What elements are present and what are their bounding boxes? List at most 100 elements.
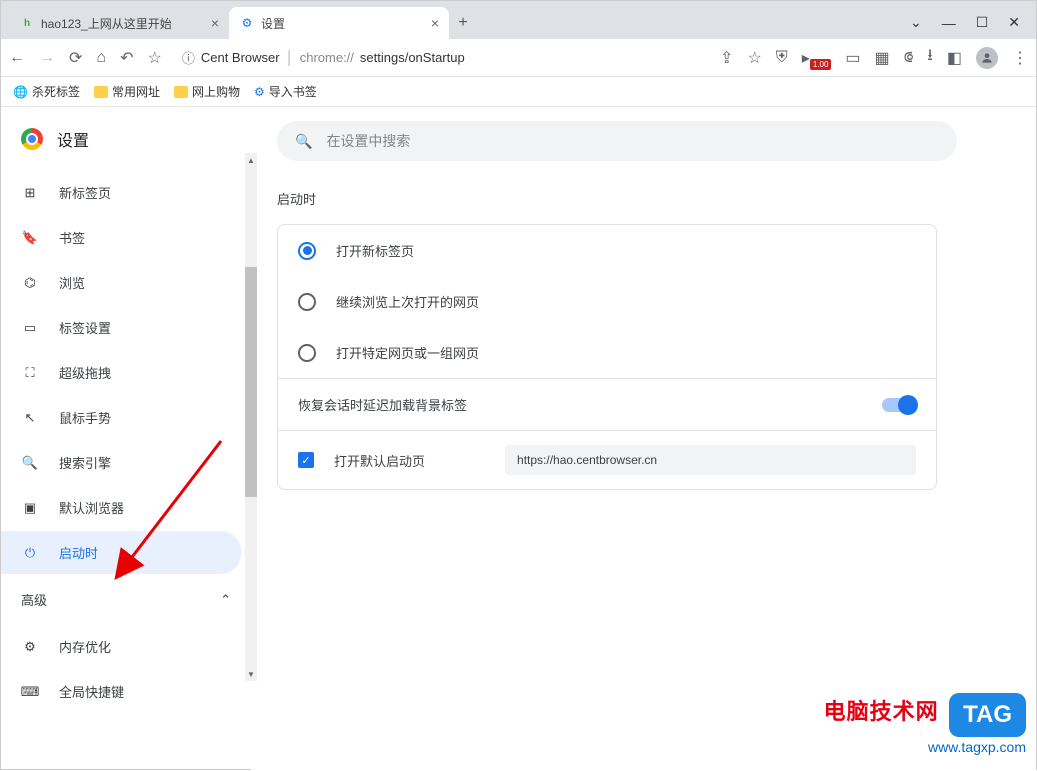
gear-icon: ⚙ [239, 15, 255, 31]
checkbox-label: 打开默认启动页 [334, 451, 425, 470]
sidebar-item-bookmarks[interactable]: 🔖 书签 [1, 216, 241, 259]
section-title: 启动时 [277, 189, 1010, 208]
power-icon: ⏻ [21, 545, 39, 561]
scroll-up-icon[interactable]: ▲ [245, 153, 257, 167]
sidebar-label: 浏览 [59, 273, 85, 292]
radio-continue[interactable]: 继续浏览上次打开的网页 [278, 276, 936, 327]
sidebar-item-tabsettings[interactable]: ▭标签设置 [1, 306, 241, 349]
sidebar-item-searchengine[interactable]: 🔍搜索引擎 [1, 441, 241, 484]
new-tab-button[interactable]: + [449, 7, 477, 39]
tab-title: hao123_上网从这里开始 [41, 15, 205, 32]
back-button[interactable]: ← [9, 49, 25, 67]
forward-button[interactable]: → [39, 49, 55, 67]
bookmark-kill-tabs[interactable]: 🌐 杀死标签 [13, 83, 80, 100]
checkbox-default-startpage[interactable]: ✓ 打开默认启动页 https://hao.centbrowser.cn [278, 430, 936, 489]
gear-icon: ⚙ [254, 85, 265, 99]
browse-icon: ⌬ [21, 275, 39, 291]
expand-icon: ⛶ [21, 365, 39, 381]
tab-settings[interactable]: ⚙ 设置 × [229, 7, 449, 39]
bookmark-icon: 🔖 [21, 230, 39, 246]
radio-specific-pages[interactable]: 打开特定网页或一组网页 [278, 327, 936, 378]
bookmark-star-icon[interactable]: ☆ [747, 48, 761, 68]
wallet-icon[interactable]: ▭ [845, 48, 860, 68]
tab-strip: h hao123_上网从这里开始 × ⚙ 设置 × + [1, 1, 910, 39]
bookmark-label: 常用网址 [112, 83, 160, 100]
checkbox-icon[interactable]: ✓ [298, 452, 314, 468]
home-button[interactable]: ⌂ [96, 49, 106, 67]
settings-content: 设置 ▲ ▼ ⊞ 新标签页 🔖 书签 ⌬ 浏览 ▭标签设置 ⛶ 超级拖拽 ↖ 鼠标手势 🔍… [1, 107, 1036, 771]
panel-icon[interactable]: ◧ [947, 48, 962, 68]
keyboard-icon: ⌨ [21, 684, 39, 700]
info-icon[interactable]: ⓘ [182, 48, 195, 67]
close-button[interactable]: ✕ [1008, 14, 1020, 31]
window-controls: ⌄ — ☐ ✕ [910, 14, 1036, 39]
watermark-text: 电脑技术网 [824, 699, 939, 724]
sidebar-advanced[interactable]: 高级 ⌃ [1, 576, 251, 623]
bookmark-label: 杀死标签 [32, 83, 80, 100]
bookmark-import[interactable]: ⚙ 导入书签 [254, 83, 317, 100]
shield-icon[interactable]: ⛨ [776, 49, 788, 67]
radio-icon[interactable] [298, 293, 316, 311]
sidebar-label: 启动时 [59, 543, 98, 562]
startup-url-input[interactable]: https://hao.centbrowser.cn [505, 445, 916, 475]
grid-icon[interactable]: ▦ [875, 48, 890, 68]
close-icon[interactable]: × [431, 15, 439, 31]
hao123-favicon-icon: h [19, 15, 35, 31]
crop-icon[interactable]: ⟃ [904, 49, 914, 67]
sidebar-item-startup[interactable]: ⏻ 启动时 [1, 531, 241, 574]
sidebar-label: 新标签页 [59, 183, 111, 202]
download-icon[interactable]: ⭳ [927, 44, 933, 71]
chrome-logo-icon [21, 128, 43, 150]
close-icon[interactable]: × [211, 15, 219, 31]
star-icon[interactable]: ☆ [147, 48, 161, 68]
bookmark-shopping[interactable]: 网上购物 [174, 83, 240, 100]
toggle-switch[interactable] [882, 398, 916, 412]
radio-open-newtab[interactable]: 打开新标签页 [278, 225, 936, 276]
undo-button[interactable]: ↶ [120, 48, 133, 68]
scroll-down-icon[interactable]: ▼ [245, 667, 257, 681]
sidebar-item-hotkeys[interactable]: ⌨全局快捷键 [1, 670, 241, 713]
folder-icon [174, 86, 188, 98]
radio-icon[interactable] [298, 344, 316, 362]
sidebar-title: 设置 [57, 127, 89, 151]
scrollbar-thumb[interactable] [245, 267, 257, 497]
flag-badge-icon[interactable]: ▸1.00 [802, 48, 832, 68]
sidebar-label: 超级拖拽 [59, 363, 111, 382]
sidebar-item-browse[interactable]: ⌬ 浏览 [1, 261, 241, 304]
tab-hao123[interactable]: h hao123_上网从这里开始 × [9, 7, 229, 39]
sidebar-item-mousegesture[interactable]: ↖ 鼠标手势 [1, 396, 241, 439]
scrollbar-track[interactable]: ▲ ▼ [245, 167, 257, 667]
cursor-icon: ↖ [21, 410, 39, 426]
maximize-button[interactable]: ☐ [976, 14, 989, 31]
settings-sidebar: 设置 ▲ ▼ ⊞新标签页 🔖书签 ⌬浏览 ▭标签设置 ⛶超级拖拽 ↖鼠标手势 🔍… [1, 107, 251, 771]
sidebar-label: 鼠标手势 [59, 408, 111, 427]
radio-icon[interactable] [298, 242, 316, 260]
startup-card: 打开新标签页 继续浏览上次打开的网页 打开特定网页或一组网页 恢复会话时延迟加载… [277, 224, 937, 490]
sidebar-label: 默认浏览器 [59, 498, 124, 517]
bookmark-label: 导入书签 [269, 83, 317, 100]
chevron-up-icon: ⌃ [220, 592, 231, 608]
search-placeholder: 在设置中搜索 [326, 131, 410, 151]
bookmark-common-sites[interactable]: 常用网址 [94, 83, 160, 100]
sidebar-label: 内存优化 [59, 637, 111, 656]
sidebar-item-memory[interactable]: ⚙内存优化 [1, 625, 241, 668]
share-icon[interactable]: ⇪ [720, 48, 733, 68]
window-dropdown-icon[interactable]: ⌄ [910, 14, 922, 31]
toggle-lazyload[interactable]: 恢复会话时延迟加载背景标签 [278, 378, 936, 430]
search-icon: 🔍 [295, 133, 312, 150]
profile-avatar[interactable] [976, 47, 998, 69]
sidebar-item-superdrag[interactable]: ⛶ 超级拖拽 [1, 351, 241, 394]
reload-button[interactable]: ⟳ [69, 48, 82, 68]
sidebar-item-newtab[interactable]: ⊞ 新标签页 [1, 171, 241, 214]
sidebar-label: 书签 [59, 228, 85, 247]
sidebar-header: 设置 [1, 121, 251, 169]
sidebar-item-defaultbrowser[interactable]: ▣默认浏览器 [1, 486, 241, 529]
radio-label: 继续浏览上次打开的网页 [336, 292, 479, 311]
plus-box-icon: ⊞ [21, 185, 39, 201]
minimize-button[interactable]: — [942, 15, 956, 31]
sidebar-label: 搜索引擎 [59, 453, 111, 472]
menu-icon[interactable]: ⋮ [1012, 48, 1028, 68]
address-bar[interactable]: ⓘ Cent Browser │ chrome://settings/onSta… [172, 48, 710, 67]
settings-search[interactable]: 🔍 在设置中搜索 [277, 121, 957, 161]
omnibox-brand: Cent Browser [201, 50, 280, 65]
